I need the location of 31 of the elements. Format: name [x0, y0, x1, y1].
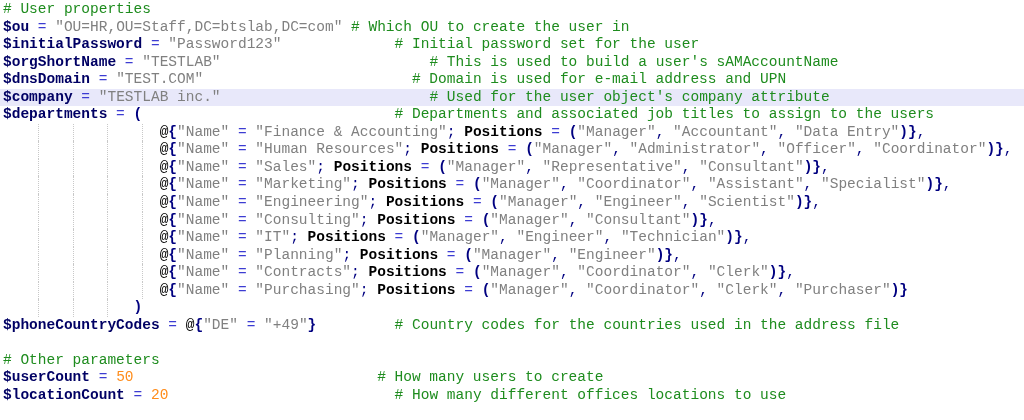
code-line: $orgShortName = "TESTLAB" [3, 53, 221, 72]
code-line: $dnsDomain = "TEST.COM" [3, 71, 204, 89]
code-line: $ou = "OU=HR,OU=Staff,DC=btslab,DC=com" [3, 18, 343, 37]
code-comment: # This is used to build a user's sAMAccountName [429, 53, 839, 72]
code-comment: # Domain is used for e-mail address and UPN [411, 71, 787, 89]
code-line: $locationCount = 20 [3, 387, 169, 405]
code-line: ) [133, 299, 143, 317]
code-line: $userCount = 50 [3, 369, 134, 388]
code-comment: # How many users to create [377, 369, 604, 388]
code-line: $phoneCountryCodes = @{"DE" = "+49"} [3, 316, 317, 335]
code-line: $company = "TESTLAB inc." [3, 88, 221, 107]
code-comment: # Country codes for the countries used in the address file [394, 316, 900, 335]
code-comment: # How many different offices locations to use [394, 387, 787, 405]
code-line: @{"Name" = "Finance & Accounting"; Positions = ("Manager", "Accountant", "Data Entry")}, [159, 123, 926, 142]
code-comment: # Departments and associated job titles to assign to the users [394, 106, 935, 124]
code-line: @{"Name" = "Planning"; Positions = ("Manager", "Engineer")}, [159, 246, 682, 265]
code-line: @{"Name" = "Marketing"; Positions = ("Manager", "Coordinator", "Assistant", "Specialist")}, [159, 176, 952, 194]
code-comment: # Used for the user object's company attribute [429, 88, 830, 107]
code-line: @{"Name" = "Human Resources"; Positions = ("Manager", "Administrator", "Officer", "Coordinator")}, [159, 141, 1013, 159]
code-line: @{"Name" = "Contracts"; Positions = ("Manager", "Coordinator", "Clerk")}, [159, 264, 795, 282]
code-line: @{"Name" = "IT"; Positions = ("Manager", "Engineer", "Technician")}, [159, 229, 752, 247]
code-comment: # Which OU to create the user in [351, 18, 630, 37]
code-line: $initialPassword = "Password123" [3, 36, 282, 54]
code-comment: # Other parameters [3, 351, 160, 370]
code-line: @{"Name" = "Sales"; Positions = ("Manager", "Representative", "Consultant")}, [159, 158, 830, 177]
code-line: @{"Name" = "Purchasing"; Positions = ("Manager", "Coordinator", "Clerk", "Purchaser")} [159, 281, 909, 300]
code-comment: # Initial password set for the user [394, 36, 700, 54]
code-line: @{"Name" = "Consulting"; Positions = ("Manager", "Consultant")}, [159, 211, 717, 230]
code-line: $departments = ( [3, 106, 143, 124]
code-comment: # User properties [3, 1, 151, 19]
code-line: @{"Name" = "Engineering"; Positions = ("Manager", "Engineer", "Scientist")}, [159, 194, 821, 212]
